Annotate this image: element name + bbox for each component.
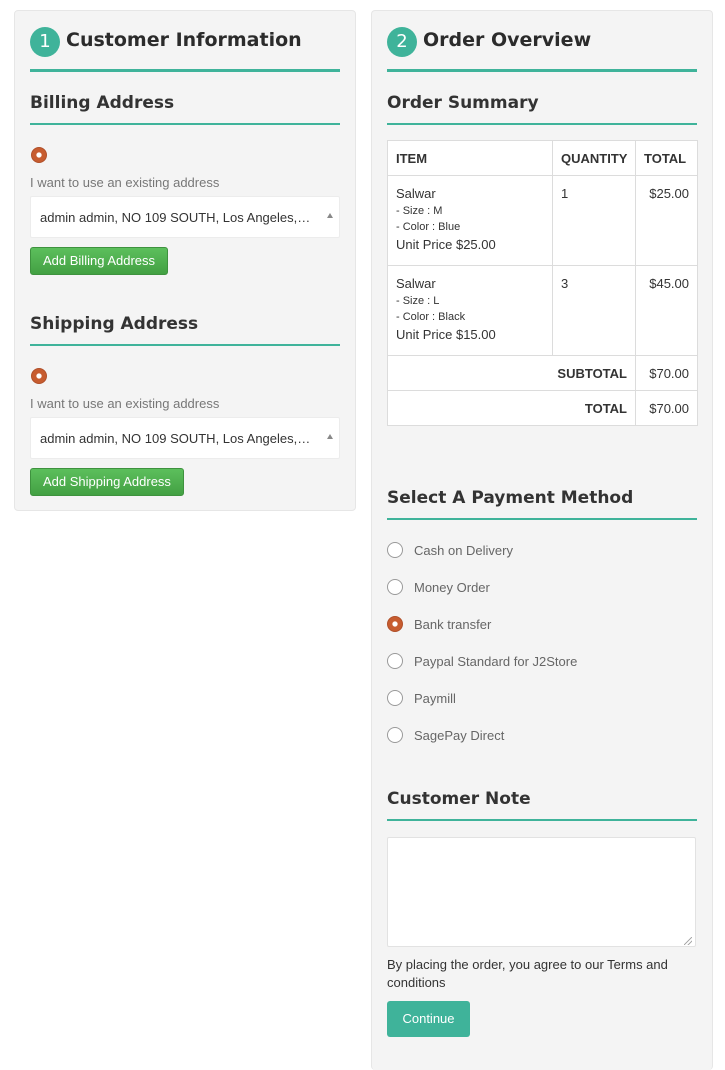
continue-button[interactable]: Continue <box>387 1001 470 1037</box>
shipping-address-title: Shipping Address <box>30 314 199 334</box>
item-cell: Salwar - Size : L - Color : Black Unit P… <box>387 265 553 356</box>
item-cell: Salwar - Size : M - Color : Blue Unit Pr… <box>387 175 553 266</box>
billing-existing-address-radio[interactable] <box>31 147 47 163</box>
order-overview-header: 2 Order Overview <box>387 25 697 72</box>
item-unit-price: Unit Price $25.00 <box>396 237 496 252</box>
subtotal-value: $70.00 <box>635 355 698 391</box>
billing-existing-address-label: I want to use an existing address <box>30 175 220 190</box>
table-row: Salwar - Size : M - Color : Blue Unit Pr… <box>387 175 698 266</box>
payment-label[interactable]: Cash on Delivery <box>414 543 513 558</box>
customer-note-title: Customer Note <box>387 789 531 809</box>
payment-label[interactable]: Money Order <box>414 580 490 595</box>
column-header-total: TOTAL <box>635 140 698 176</box>
shipping-existing-address-label: I want to use an existing address <box>30 396 220 411</box>
payment-radio[interactable] <box>387 653 403 669</box>
item-unit-price: Unit Price $15.00 <box>396 327 496 342</box>
subtotal-label: SUBTOTAL <box>387 355 636 391</box>
column-header-quantity: QUANTITY <box>552 140 636 176</box>
item-option: - Size : L <box>396 295 440 307</box>
select-arrow-icon <box>327 434 333 439</box>
payment-radio[interactable] <box>387 690 403 706</box>
step-number-badge: 1 <box>30 27 60 57</box>
payment-radio[interactable] <box>387 542 403 558</box>
item-name: Salwar <box>396 276 436 291</box>
shipping-address-select[interactable]: admin admin, NO 109 SOUTH, Los Angeles,… <box>30 417 340 459</box>
customer-information-panel: 1 Customer Information Billing Address I… <box>14 10 356 511</box>
item-quantity: 1 <box>552 175 636 266</box>
add-shipping-address-button[interactable]: Add Shipping Address <box>30 468 184 496</box>
item-total: $25.00 <box>635 175 698 266</box>
billing-address-header: Billing Address <box>30 93 340 125</box>
payment-radio[interactable] <box>387 579 403 595</box>
payment-radio-selected[interactable] <box>387 616 403 632</box>
customer-note-header: Customer Note <box>387 789 697 821</box>
shipping-address-header: Shipping Address <box>30 314 340 346</box>
resize-grip-icon[interactable] <box>684 937 692 945</box>
step-number-badge: 2 <box>387 27 417 57</box>
item-total: $45.00 <box>635 265 698 356</box>
item-quantity: 3 <box>552 265 636 356</box>
payment-label[interactable]: Bank transfer <box>414 617 491 632</box>
column-header-item: ITEM <box>387 140 553 176</box>
order-overview-title: Order Overview <box>423 29 592 51</box>
payment-radio[interactable] <box>387 727 403 743</box>
select-arrow-icon <box>327 213 333 218</box>
payment-label[interactable]: Paymill <box>414 691 456 706</box>
total-label: TOTAL <box>387 390 636 426</box>
table-header-row: ITEM QUANTITY TOTAL <box>387 140 698 176</box>
item-option: - Size : M <box>396 205 443 217</box>
order-summary-title: Order Summary <box>387 93 539 113</box>
payment-label[interactable]: SagePay Direct <box>414 728 504 743</box>
billing-address-select-value: admin admin, NO 109 SOUTH, Los Angeles,… <box>40 210 311 225</box>
order-summary-table: ITEM QUANTITY TOTAL Salwar - Size : M - … <box>387 140 698 426</box>
terms-agreement-text: By placing the order, you agree to our T… <box>387 957 668 990</box>
item-option: - Color : Blue <box>396 221 461 233</box>
total-value: $70.00 <box>635 390 698 426</box>
add-billing-address-button[interactable]: Add Billing Address <box>30 247 169 275</box>
customer-note-textarea[interactable] <box>387 837 696 947</box>
customer-information-title: Customer Information <box>66 29 302 51</box>
shipping-address-select-value: admin admin, NO 109 SOUTH, Los Angeles,… <box>40 431 311 446</box>
billing-address-select[interactable]: admin admin, NO 109 SOUTH, Los Angeles,… <box>30 196 340 238</box>
item-name: Salwar <box>396 186 436 201</box>
item-option: - Color : Black <box>396 311 466 323</box>
total-row: TOTAL $70.00 <box>387 390 698 426</box>
order-overview-panel: 2 Order Overview Order Summary ITEM QUAN… <box>371 10 713 1070</box>
shipping-existing-address-radio[interactable] <box>31 368 47 384</box>
table-row: Salwar - Size : L - Color : Black Unit P… <box>387 265 698 356</box>
billing-address-title: Billing Address <box>30 93 175 113</box>
order-summary-header: Order Summary <box>387 93 697 125</box>
subtotal-row: SUBTOTAL $70.00 <box>387 355 698 391</box>
payment-label[interactable]: Paypal Standard for J2Store <box>414 654 577 669</box>
payment-method-header: Select A Payment Method <box>387 488 697 520</box>
customer-information-header: 1 Customer Information <box>30 25 340 72</box>
payment-method-title: Select A Payment Method <box>387 488 634 508</box>
